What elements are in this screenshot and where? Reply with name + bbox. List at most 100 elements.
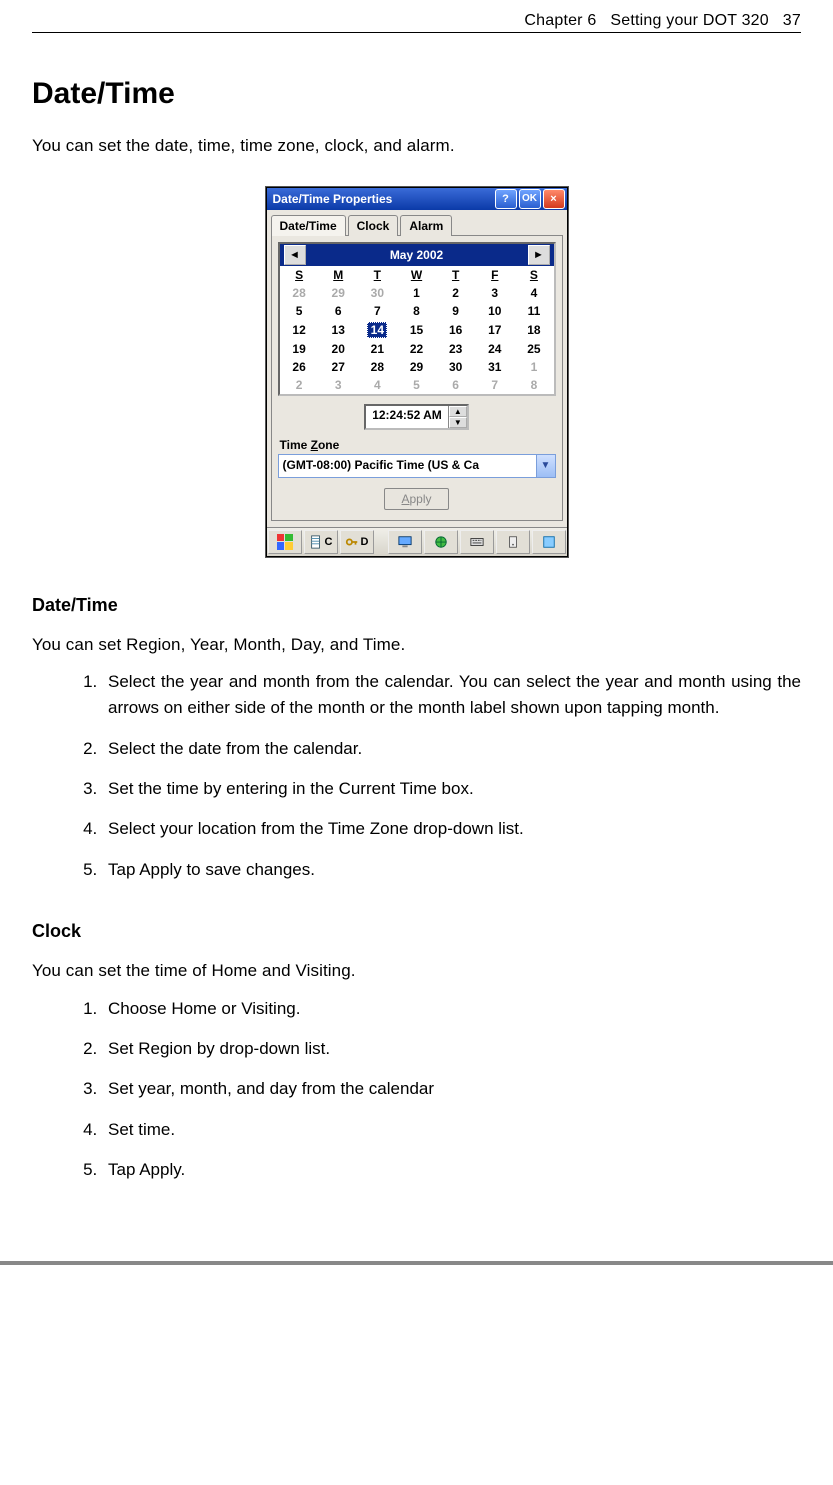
tab-clock[interactable]: Clock — [348, 215, 399, 236]
subsection-clock-heading: Clock — [32, 921, 801, 942]
taskbar-item-d[interactable]: D — [340, 530, 374, 554]
key-icon — [345, 535, 359, 549]
apply-button[interactable]: Apply — [384, 488, 448, 510]
time-spin-down-icon[interactable]: ▼ — [449, 417, 467, 428]
calendar-day[interactable]: 19 — [280, 340, 319, 358]
calendar-day[interactable]: 1 — [514, 358, 553, 376]
calendar-day[interactable]: 25 — [514, 340, 553, 358]
start-button[interactable] — [268, 530, 302, 554]
calendar-day[interactable]: 1 — [397, 284, 436, 302]
list-item: Choose Home or Visiting. — [102, 996, 801, 1022]
prev-month-button[interactable]: ◄ — [284, 245, 306, 265]
time-input[interactable]: 12:24:52 AM ▲ ▼ — [364, 404, 469, 430]
timezone-label: Time Zone — [280, 438, 556, 452]
calendar-day[interactable]: 4 — [514, 284, 553, 302]
taskbar-item-c[interactable]: C — [304, 530, 338, 554]
next-month-button[interactable]: ► — [528, 245, 550, 265]
calendar-day[interactable]: 15 — [397, 320, 436, 340]
calendar-dow: S — [514, 266, 553, 284]
calendar-day[interactable]: 17 — [475, 320, 514, 340]
calendar-day[interactable]: 5 — [280, 302, 319, 320]
calendar-day[interactable]: 18 — [514, 320, 553, 340]
calendar: ◄ May 2002 ► SMTWTFS 2829301234567891011… — [278, 242, 556, 396]
dialog-window: Date/Time Properties ? OK × Date/Time Cl… — [266, 187, 568, 557]
calendar-day[interactable]: 12 — [280, 320, 319, 340]
list-item: Tap Apply to save changes. — [102, 857, 801, 883]
list-item: Select your location from the Time Zone … — [102, 816, 801, 842]
tray-volume-icon[interactable] — [496, 530, 530, 554]
calendar-day[interactable]: 8 — [514, 376, 553, 394]
calendar-day[interactable]: 20 — [319, 340, 358, 358]
calendar-day[interactable]: 4 — [358, 376, 397, 394]
calendar-dow: W — [397, 266, 436, 284]
tray-desktop-icon[interactable] — [388, 530, 422, 554]
list-item: Set Region by drop-down list. — [102, 1036, 801, 1062]
calendar-day[interactable]: 29 — [319, 284, 358, 302]
calendar-day[interactable]: 5 — [397, 376, 436, 394]
timezone-select[interactable]: (GMT-08:00) Pacific Time (US & Ca ▼ — [278, 454, 556, 478]
time-value[interactable]: 12:24:52 AM — [366, 406, 448, 428]
calendar-grid[interactable]: SMTWTFS 28293012345678910111213141516171… — [280, 266, 554, 394]
tab-datetime[interactable]: Date/Time — [271, 215, 346, 236]
desktop-icon — [542, 535, 556, 549]
time-spinner[interactable]: ▲ ▼ — [448, 406, 467, 428]
close-button[interactable]: × — [543, 189, 565, 209]
dropdown-icon[interactable]: ▼ — [536, 455, 555, 477]
calendar-day[interactable]: 29 — [397, 358, 436, 376]
calendar-day[interactable]: 28 — [358, 358, 397, 376]
calendar-day[interactable]: 14 — [358, 320, 397, 340]
datetime-steps: Select the year and month from the calen… — [32, 669, 801, 883]
ok-button[interactable]: OK — [519, 189, 541, 209]
calendar-day[interactable]: 31 — [475, 358, 514, 376]
calendar-day[interactable]: 11 — [514, 302, 553, 320]
time-spin-up-icon[interactable]: ▲ — [449, 406, 467, 417]
calendar-day[interactable]: 2 — [280, 376, 319, 394]
calendar-dow: M — [319, 266, 358, 284]
list-item: Set time. — [102, 1117, 801, 1143]
calendar-day[interactable]: 30 — [436, 358, 475, 376]
dialog-titlebar: Date/Time Properties ? OK × — [267, 188, 567, 210]
calendar-day[interactable]: 30 — [358, 284, 397, 302]
calendar-day[interactable]: 6 — [319, 302, 358, 320]
calendar-day[interactable]: 7 — [475, 376, 514, 394]
calendar-day[interactable]: 23 — [436, 340, 475, 358]
calendar-day[interactable]: 2 — [436, 284, 475, 302]
calendar-day[interactable]: 28 — [280, 284, 319, 302]
calendar-day[interactable]: 13 — [319, 320, 358, 340]
calendar-day[interactable]: 21 — [358, 340, 397, 358]
calendar-day[interactable]: 7 — [358, 302, 397, 320]
page-number: 37 — [783, 12, 801, 29]
calendar-day[interactable]: 3 — [475, 284, 514, 302]
calendar-day[interactable]: 8 — [397, 302, 436, 320]
calendar-day[interactable]: 6 — [436, 376, 475, 394]
calendar-day[interactable]: 10 — [475, 302, 514, 320]
network-icon — [434, 535, 448, 549]
calendar-day[interactable]: 9 — [436, 302, 475, 320]
tab-pane-datetime: ◄ May 2002 ► SMTWTFS 2829301234567891011… — [271, 235, 563, 521]
timezone-value: (GMT-08:00) Pacific Time (US & Ca — [279, 455, 536, 477]
calendar-month-label[interactable]: May 2002 — [310, 248, 524, 262]
list-item: Select the date from the calendar. — [102, 736, 801, 762]
keyboard-icon — [470, 535, 484, 549]
calendar-day[interactable]: 24 — [475, 340, 514, 358]
page-footer-rule — [0, 1261, 833, 1273]
calendar-dow: F — [475, 266, 514, 284]
tray-keyboard-icon[interactable] — [460, 530, 494, 554]
calendar-day[interactable]: 3 — [319, 376, 358, 394]
calendar-day[interactable]: 22 — [397, 340, 436, 358]
list-item: Set the time by entering in the Current … — [102, 776, 801, 802]
help-button[interactable]: ? — [495, 189, 517, 209]
calendar-day[interactable]: 26 — [280, 358, 319, 376]
tab-alarm[interactable]: Alarm — [400, 215, 452, 236]
calendar-day[interactable]: 16 — [436, 320, 475, 340]
page-header: Chapter 6 Setting your DOT 320 37 — [32, 12, 801, 33]
taskbar: C D — [267, 527, 567, 556]
document-icon — [309, 535, 323, 549]
list-item: Select the year and month from the calen… — [102, 669, 801, 722]
show-desktop-button[interactable] — [532, 530, 566, 554]
tray-network-icon[interactable] — [424, 530, 458, 554]
calendar-dow: S — [280, 266, 319, 284]
calendar-day[interactable]: 27 — [319, 358, 358, 376]
list-item: Set year, month, and day from the calend… — [102, 1076, 801, 1102]
list-item: Tap Apply. — [102, 1157, 801, 1183]
